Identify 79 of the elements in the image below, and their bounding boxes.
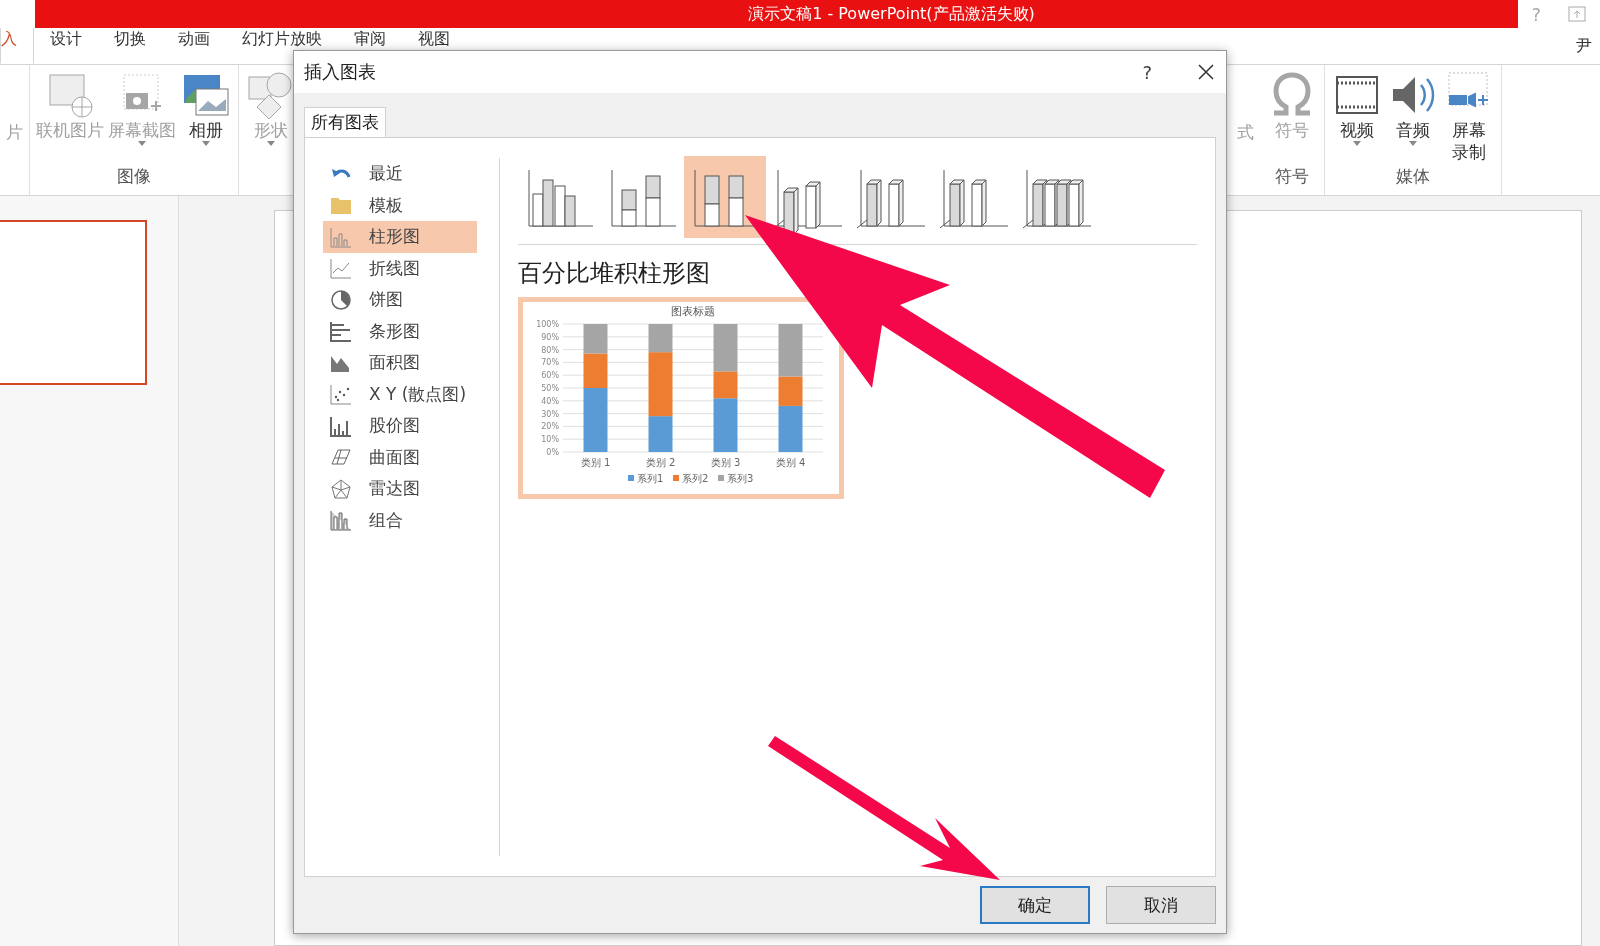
ribbon-button[interactable]: 屏幕录制 (1443, 71, 1495, 165)
window-title: 演示文稿1 - PowerPoint(产品激活失败) (747, 3, 1035, 25)
radar-chart-icon (329, 477, 353, 500)
chart-type-label: 面积图 (369, 351, 420, 375)
picture-globe-icon (46, 71, 94, 119)
line-chart-icon (329, 257, 353, 280)
axis-label: 90% (541, 332, 559, 342)
chart-type-item[interactable]: 折线图 (323, 252, 477, 284)
ribbon-tab[interactable]: 入 (0, 28, 34, 64)
legend-swatch (628, 475, 634, 481)
chart-type-label: 饼图 (369, 288, 403, 312)
group-label: 图像 (116, 165, 152, 188)
axis-label: 80% (541, 345, 559, 355)
chart-type-item[interactable]: X Y (散点图) (323, 378, 477, 410)
axis-label: 40% (541, 396, 559, 406)
combo-chart-icon (329, 509, 353, 532)
chart-type-label: 条形图 (369, 319, 420, 343)
chart-type-item[interactable]: 最近 (323, 158, 477, 190)
chart-type-label: 模板 (369, 193, 403, 217)
dialog-tab[interactable]: 所有图表 (304, 107, 386, 137)
axis-label: 类别 2 (645, 457, 676, 468)
ribbon-button[interactable]: 音频 (1387, 71, 1439, 165)
chart-type-item[interactable]: 面积图 (323, 347, 477, 379)
group-label: 符号 (1274, 165, 1310, 188)
ok-button[interactable]: 确定 (980, 886, 1090, 924)
ribbon-tab[interactable]: 设计 (34, 28, 98, 64)
ribbon-button[interactable]: 视频 (1331, 71, 1383, 165)
legend-swatch (718, 475, 724, 481)
chart-type-item[interactable]: 模板 (323, 189, 477, 221)
chart-title: 图表标题 (671, 305, 715, 318)
axis-label: 50% (541, 384, 559, 393)
scatter-chart-icon (329, 383, 353, 406)
chart-type-label: X Y (散点图) (369, 382, 467, 406)
ribbon-label: 片 (6, 121, 23, 144)
ribbon-tab[interactable]: 动画 (162, 28, 226, 64)
column-chart-icon (329, 225, 353, 248)
axis-label: 10% (541, 435, 559, 445)
chart-type-label: 柱形图 (369, 225, 420, 249)
ribbon-label: 式 (1237, 121, 1254, 144)
chart-type-item[interactable]: 条形图 (323, 315, 477, 347)
ribbon-tab[interactable]: 切换 (98, 28, 162, 64)
legend-label: 系列1 (637, 473, 664, 484)
cancel-button[interactable]: 取消 (1106, 886, 1216, 924)
help-button[interactable]: ? (1136, 60, 1158, 84)
pie-chart-icon (329, 288, 353, 311)
chart-type-item[interactable]: 组合 (323, 504, 477, 536)
chart-subtype-option[interactable] (684, 156, 766, 238)
close-icon[interactable] (1198, 64, 1214, 80)
ribbon-button[interactable]: 相册 (180, 71, 232, 165)
user-name[interactable]: 尹 (1576, 36, 1592, 57)
legend-label: 系列3 (727, 473, 754, 484)
chart-type-label: 折线图 (369, 256, 420, 280)
bar-chart-icon (329, 320, 353, 343)
chart-type-item[interactable]: 柱形图 (323, 221, 477, 253)
legend-swatch (673, 475, 679, 481)
legend-label: 系列2 (682, 473, 709, 484)
group-label: 媒体 (1395, 165, 1431, 188)
chart-type-label: 股价图 (369, 414, 420, 438)
axis-label: 70% (541, 358, 559, 368)
axis-label: 20% (541, 422, 559, 432)
chart-type-item[interactable]: 曲面图 (323, 441, 477, 473)
axis-label: 类别 1 (580, 457, 611, 468)
axis-label: 60% (541, 371, 559, 381)
slide-thumbnail[interactable] (0, 220, 147, 385)
axis-label: 类别 4 (775, 457, 806, 468)
chart-type-item[interactable]: 雷达图 (323, 473, 477, 505)
stock-chart-icon (329, 414, 353, 437)
chart-type-item[interactable]: 股价图 (323, 410, 477, 442)
axis-label: 30% (541, 409, 559, 419)
subtype-title: 百分比堆积柱形图 (518, 258, 711, 289)
axis-label: 类别 3 (710, 457, 741, 468)
chart-type-label: 最近 (369, 162, 403, 186)
chart-type-label: 组合 (369, 508, 403, 532)
chart-bar (583, 324, 608, 354)
axis-label: 100% (536, 320, 559, 329)
chart-type-label: 雷达图 (369, 477, 420, 501)
axis-label: 0% (546, 448, 559, 457)
chart-type-item[interactable]: 饼图 (323, 284, 477, 316)
chart-type-label: 曲面图 (369, 445, 420, 469)
